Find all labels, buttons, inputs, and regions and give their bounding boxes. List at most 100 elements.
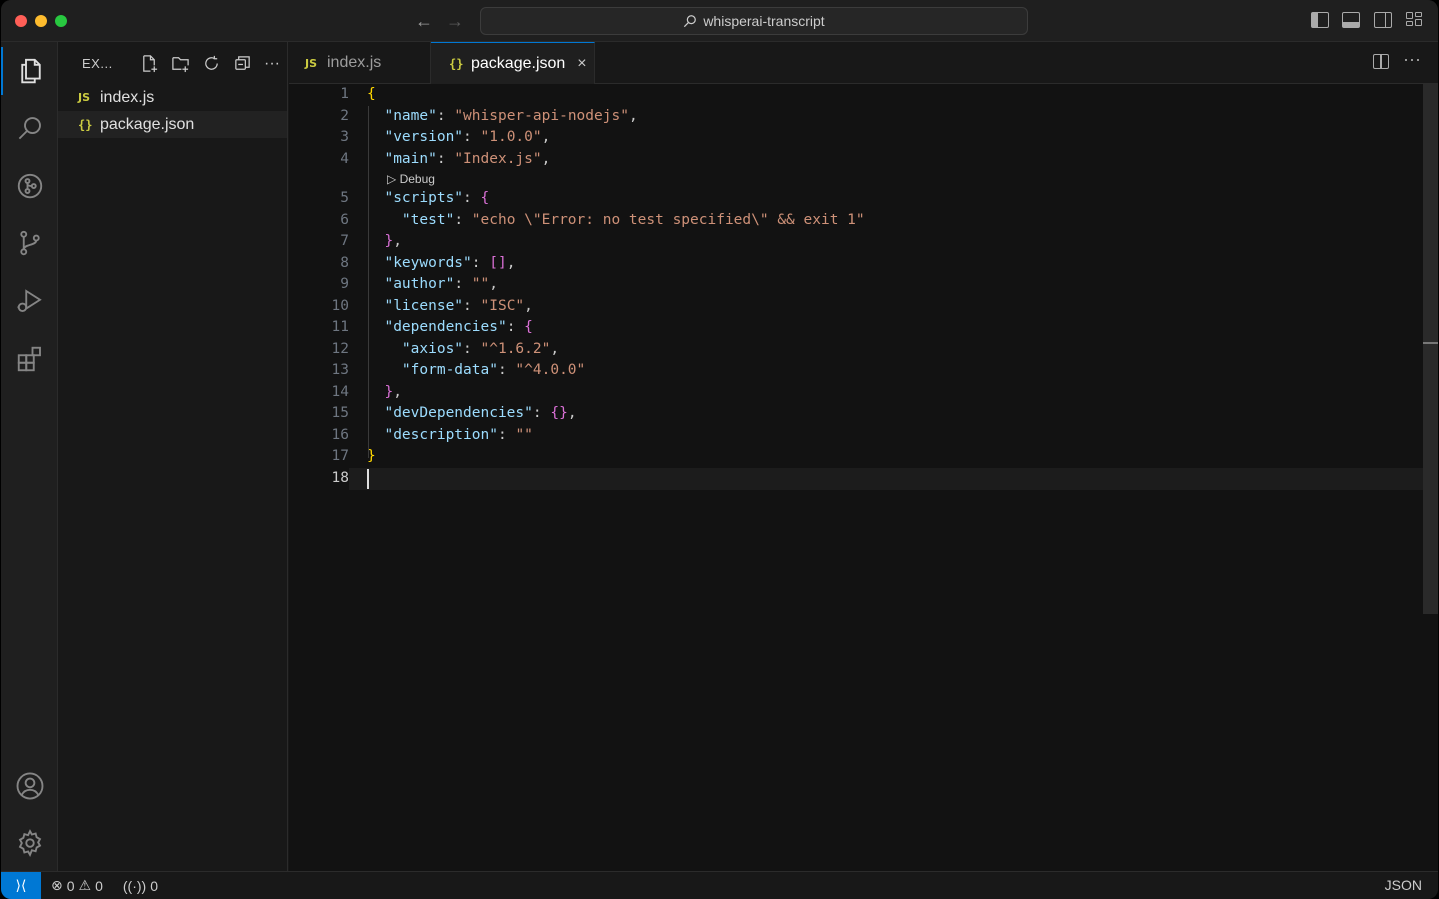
arrow-right-icon[interactable]: →: [444, 10, 466, 32]
refresh-icon[interactable]: [202, 54, 221, 73]
collapse-all-icon[interactable]: [233, 54, 252, 73]
code-line[interactable]: }: [367, 446, 865, 468]
more-actions-icon[interactable]: ···: [1403, 49, 1421, 70]
line-number: 7: [340, 233, 349, 249]
line-number: 15: [331, 405, 349, 421]
search-icon: [684, 15, 697, 28]
more-actions-icon[interactable]: ···: [264, 54, 283, 73]
colon: :: [436, 150, 455, 167]
punct: ,: [489, 276, 498, 292]
new-folder-icon[interactable]: [171, 54, 190, 73]
line-number: 1: [340, 86, 349, 102]
line-number-gutter: 1 2 3 4 5 6 7 8 9 10 11 12 13 14 15 16 17 18: [289, 84, 349, 489]
vscode-window: ← → whisperai-transcript EX... ··· JS in…: [1, 0, 1438, 899]
account-icon[interactable]: [1, 762, 58, 810]
punct: ,: [567, 405, 577, 421]
tab-package-json[interactable]: {} package.json ×: [431, 42, 595, 84]
code-line[interactable]: "test": "echo \"Error: no test specified…: [367, 210, 865, 232]
code-line[interactable]: "author": "",: [367, 274, 865, 296]
json-value: "": [471, 276, 490, 292]
source-control-icon[interactable]: [1, 219, 58, 267]
json-key: "devDependencies": [384, 405, 533, 421]
punct: ,: [541, 129, 551, 145]
code-line[interactable]: "form-data": "^4.0.0": [367, 360, 865, 382]
split-editor-icon[interactable]: [1373, 54, 1389, 69]
json-value: "whisper-api-nodejs": [454, 107, 629, 124]
toggle-panel-icon[interactable]: [1342, 12, 1360, 28]
arrow-left-icon[interactable]: ←: [413, 10, 435, 32]
debug-codelens[interactable]: ▷ Debug: [367, 170, 865, 188]
punct: ,: [393, 383, 402, 400]
code-editor[interactable]: 1 2 3 4 5 6 7 8 9 10 11 12 13 14 15 16 17 18 { "name": "w…: [289, 84, 1438, 871]
code-line[interactable]: "devDependencies": {},: [367, 403, 865, 425]
vertical-scrollbar[interactable]: [1423, 84, 1438, 614]
toggle-secondary-sidebar-icon[interactable]: [1374, 12, 1392, 28]
line-number: 2: [340, 107, 349, 124]
explorer-icon[interactable]: [1, 47, 58, 95]
language-mode[interactable]: JSON: [1385, 877, 1422, 893]
colon: :: [463, 190, 481, 206]
code-line[interactable]: "license": "ISC",: [367, 296, 865, 318]
code-line[interactable]: },: [367, 231, 865, 253]
js-file-icon: JS: [78, 91, 91, 104]
punct: ,: [393, 233, 402, 249]
command-center-text: whisperai-transcript: [703, 13, 825, 29]
code-content[interactable]: { "name": "whisper-api-nodejs", "version…: [367, 84, 865, 489]
json-key: "scripts": [384, 190, 464, 206]
code-line[interactable]: [367, 468, 865, 490]
code-line[interactable]: "dependencies": {: [367, 317, 865, 339]
maximize-window-button[interactable]: [55, 15, 67, 27]
brace: }: [384, 233, 394, 249]
warning-count: 0: [95, 877, 103, 894]
json-value: "^1.6.2": [480, 340, 551, 357]
code-line[interactable]: "scripts": {: [367, 188, 865, 210]
remote-indicator-icon[interactable]: ⟩⟨: [1, 871, 41, 899]
tab-index-js[interactable]: JS index.js: [289, 42, 431, 84]
json-key: "description": [384, 426, 498, 443]
brace: {: [367, 86, 376, 102]
command-center-search[interactable]: whisperai-transcript: [480, 7, 1028, 35]
line-number: 8: [340, 254, 349, 271]
code-line[interactable]: "keywords": [],: [367, 253, 865, 275]
new-file-icon[interactable]: [140, 54, 159, 73]
ports-indicator[interactable]: ((·)) 0: [123, 878, 158, 894]
code-line[interactable]: "version": "1.0.0",: [367, 127, 865, 149]
file-name: package.json: [100, 115, 195, 133]
problems-indicator[interactable]: ⊗ 0 ⚠ 0: [51, 877, 103, 894]
close-window-button[interactable]: [15, 15, 27, 27]
json-value: "echo \"Error: no test specified\" && ex…: [471, 211, 865, 228]
customize-layout-icon[interactable]: [1406, 12, 1424, 28]
punct: ,: [628, 107, 638, 124]
codelens-label: Debug: [399, 172, 435, 186]
punct: ,: [541, 150, 551, 167]
line-number: 5: [340, 190, 349, 206]
gear-icon[interactable]: [1, 819, 58, 867]
code-line[interactable]: "axios": "^1.6.2",: [367, 339, 865, 361]
line-number: 18: [331, 469, 349, 486]
explorer-header: EX... ···: [58, 42, 287, 84]
json-key: "version": [384, 129, 464, 145]
run-debug-icon[interactable]: [1, 277, 58, 325]
code-line[interactable]: "description": "": [367, 425, 865, 447]
activity-bar: [1, 42, 58, 871]
brace: {: [524, 319, 533, 335]
minimize-window-button[interactable]: [35, 15, 47, 27]
line-number: 17: [331, 448, 349, 464]
error-count: 0: [66, 877, 75, 894]
scrollbar-cursor-marker: [1423, 342, 1438, 344]
close-icon[interactable]: ×: [577, 55, 586, 73]
code-line[interactable]: "name": "whisper-api-nodejs",: [367, 106, 865, 128]
code-line[interactable]: "main": "Index.js",: [367, 149, 865, 171]
file-item-index-js[interactable]: JS index.js: [58, 84, 287, 111]
extensions-icon[interactable]: [1, 335, 58, 383]
git-graph-icon[interactable]: [1, 162, 58, 210]
code-line[interactable]: },: [367, 382, 865, 404]
toggle-primary-sidebar-icon[interactable]: [1311, 12, 1329, 28]
colon: :: [463, 340, 481, 357]
search-icon[interactable]: [1, 104, 58, 152]
file-item-package-json[interactable]: {} package.json: [58, 111, 287, 138]
code-line[interactable]: {: [367, 84, 865, 106]
json-key: "axios": [401, 340, 464, 357]
